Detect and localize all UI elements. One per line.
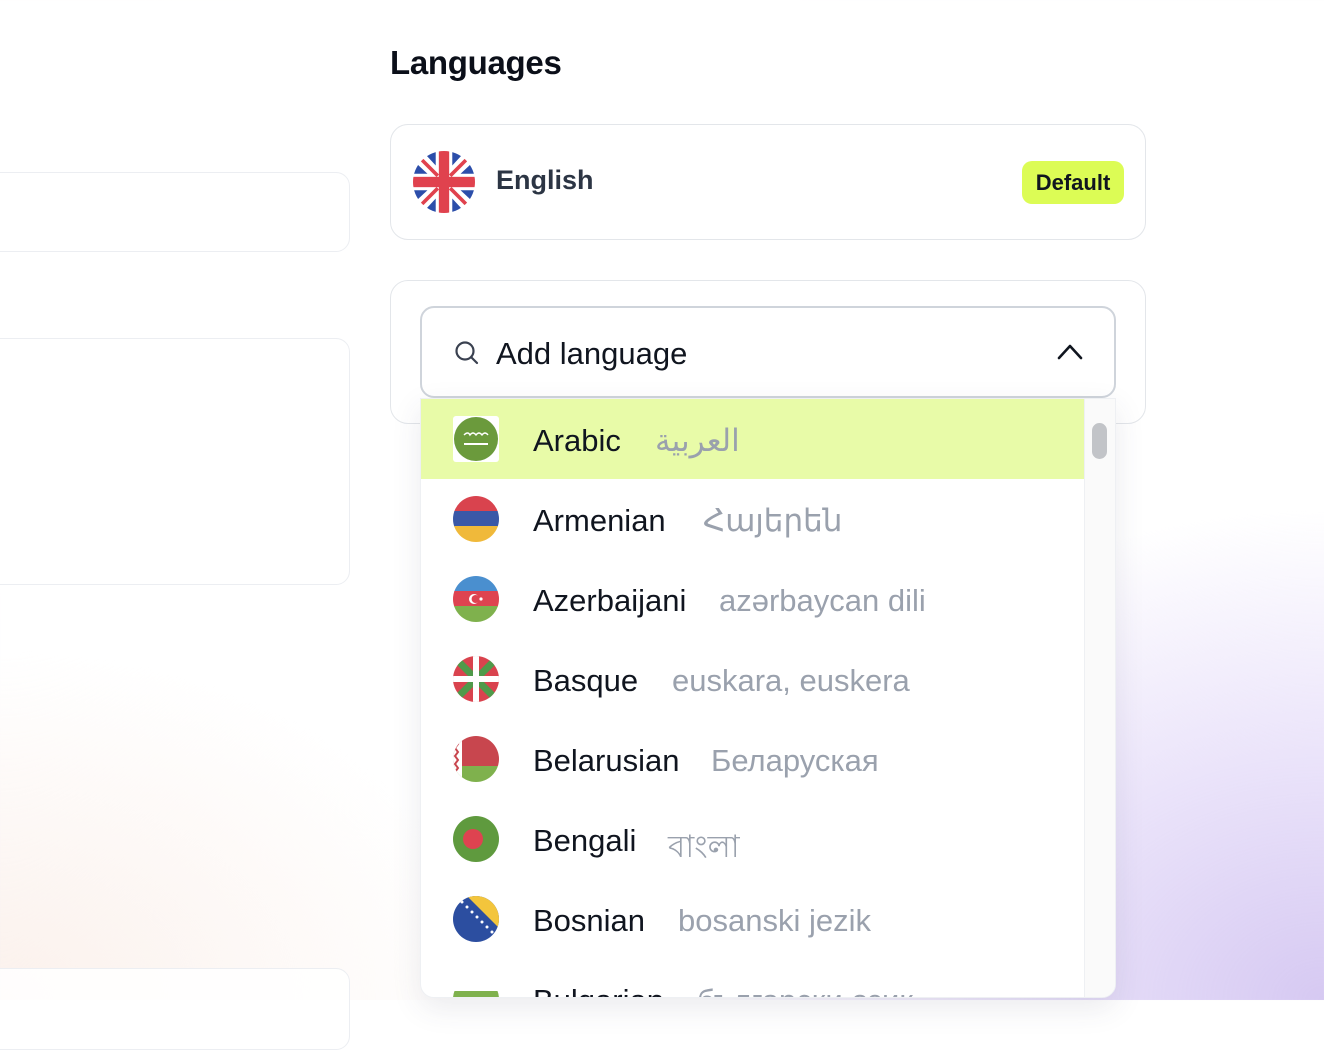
uk-flag-icon bbox=[413, 151, 475, 213]
language-dropdown[interactable]: Arabic العربية Armenian Հայերեն Azerbaij… bbox=[420, 398, 1116, 998]
bulgaria-flag-icon bbox=[453, 976, 499, 997]
language-option-azerbaijani[interactable]: Azerbaijani azərbaycan dili bbox=[421, 559, 1087, 639]
language-list: Arabic العربية Armenian Հայերեն Azerbaij… bbox=[421, 399, 1087, 997]
language-option-basque[interactable]: Basque euskara, euskera bbox=[421, 639, 1087, 719]
language-option-arabic[interactable]: Arabic العربية bbox=[421, 399, 1087, 479]
settings-card bbox=[0, 172, 350, 252]
language-native-name: azərbaycan dili bbox=[719, 583, 926, 618]
armenia-flag-icon bbox=[453, 496, 499, 542]
scrollbar-thumb[interactable] bbox=[1092, 423, 1107, 459]
basque-flag-icon bbox=[453, 656, 499, 702]
language-name: Arabic bbox=[533, 423, 621, 458]
bosnia-flag-icon bbox=[453, 896, 499, 942]
default-badge: Default bbox=[1022, 161, 1124, 204]
language-name: Basque bbox=[533, 663, 639, 698]
language-name: Armenian bbox=[533, 503, 666, 538]
language-option-bengali[interactable]: Bengali বাংলা bbox=[421, 799, 1087, 879]
language-option-bosnian[interactable]: Bosnian bosanski jezik bbox=[421, 879, 1087, 959]
language-option-belarusian[interactable]: Belarusian Беларуская bbox=[421, 719, 1087, 799]
search-icon bbox=[454, 340, 480, 366]
language-name: Azerbaijani bbox=[533, 583, 687, 618]
settings-card bbox=[0, 338, 350, 585]
language-name: Bulgarian bbox=[533, 983, 664, 997]
language-native-name: Հայերեն bbox=[703, 503, 843, 538]
default-language-name: English bbox=[496, 165, 594, 195]
language-native-name: български език bbox=[697, 983, 913, 997]
language-native-name: Беларуская bbox=[711, 743, 879, 778]
add-language-select[interactable]: Add language bbox=[420, 306, 1116, 398]
dropdown-scrollbar[interactable] bbox=[1084, 399, 1115, 997]
language-name: Bosnian bbox=[533, 903, 646, 938]
language-native-name: العربية bbox=[655, 423, 740, 458]
language-name: Belarusian bbox=[533, 743, 680, 778]
section-title: Languages bbox=[390, 44, 562, 81]
add-language-placeholder: Add language bbox=[496, 336, 688, 371]
language-native-name: euskara, euskera bbox=[672, 663, 910, 698]
language-native-name: bosanski jezik bbox=[678, 903, 871, 938]
chevron-up-icon[interactable] bbox=[1056, 341, 1084, 363]
saudi-arabia-flag-icon bbox=[453, 416, 499, 462]
settings-card bbox=[0, 968, 350, 1050]
azerbaijan-flag-icon bbox=[453, 576, 499, 622]
language-option-bulgarian[interactable]: Bulgarian български език bbox=[421, 959, 1087, 997]
belarus-flag-icon bbox=[453, 736, 499, 782]
language-native-name: বাংলা bbox=[668, 829, 740, 864]
language-option-armenian[interactable]: Armenian Հայերեն bbox=[421, 479, 1087, 559]
language-name: Bengali bbox=[533, 823, 637, 858]
bangladesh-flag-icon bbox=[453, 816, 499, 862]
